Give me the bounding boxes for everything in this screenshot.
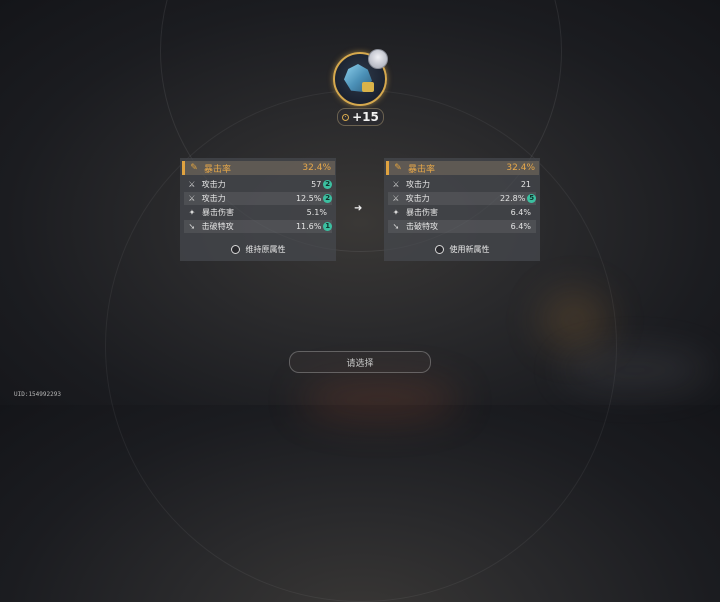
relic-level-badge: +15: [337, 108, 384, 126]
radio-button[interactable]: [230, 244, 240, 254]
substat-name: 攻击力: [201, 194, 226, 203]
arrow-right-icon: ➜: [354, 203, 363, 214]
new-stats-panel[interactable]: ✎ 暴击率 32.4% ⚔ 攻击力 21 ⚔ 攻击力 22.8% 5 ✦ 暴击伤…: [384, 158, 540, 261]
substat-value: 6.4%: [510, 222, 531, 231]
substat-value: 21: [520, 180, 531, 189]
substat-value: 57: [311, 180, 322, 189]
substat-name: 攻击力: [405, 194, 430, 203]
substat-row: ✦ 暴击伤害 6.4%: [388, 206, 536, 219]
substat-row: ⚔ 攻击力 12.5% 2: [184, 192, 332, 205]
main-stat-name: 暴击率: [204, 164, 232, 175]
relic-gold-detail: [362, 82, 374, 92]
crit-rate-icon: ✎: [394, 163, 402, 173]
crit-dmg-icon: ✦: [392, 207, 400, 217]
substat-row: ✦ 暴击伤害 5.1%: [184, 206, 332, 219]
substat-row: ⚔ 攻击力 22.8% 5: [388, 192, 536, 205]
background-glow: [560, 350, 710, 390]
substat-row: ⚔ 攻击力 57 2: [184, 178, 332, 191]
substat-value: 6.4%: [510, 208, 531, 217]
break-effect-icon: ➘: [188, 221, 196, 231]
level-ring-icon: [342, 113, 350, 121]
radio-button[interactable]: [434, 244, 444, 254]
uid-label: UID:154992293: [14, 391, 61, 398]
upgrade-count-badge: 5: [527, 194, 536, 203]
substat-row: ➘ 击破特攻 6.4%: [388, 220, 536, 233]
crit-dmg-icon: ✦: [188, 207, 196, 217]
main-stat-name: 暴击率: [408, 164, 436, 175]
substat-value: 22.8%: [499, 194, 526, 203]
substat-name: 击破特攻: [201, 222, 234, 231]
main-stat-value: 32.4%: [506, 163, 535, 173]
confirm-button[interactable]: 请选择: [289, 351, 431, 373]
substat-row: ⚔ 攻击力 21: [388, 178, 536, 191]
substat-name: 暴击伤害: [202, 208, 234, 217]
sword-icon: ⚔: [392, 179, 400, 189]
sword-icon: ⚔: [188, 179, 196, 189]
substat-value: 5.1%: [306, 208, 327, 217]
use-new-label: 使用新属性: [449, 244, 490, 254]
original-stats-panel[interactable]: ✎ 暴击率 32.4% ⚔ 攻击力 57 2 ⚔ 攻击力 12.5% 2 ✦ 暴…: [180, 158, 336, 261]
upgrade-count-badge: 2: [323, 180, 332, 189]
sword-icon: ⚔: [188, 193, 196, 203]
substat-value: 12.5%: [295, 194, 322, 203]
substat-value: 11.6%: [295, 222, 322, 231]
substat-name: 攻击力: [406, 180, 430, 189]
upgrade-count-badge: 1: [323, 222, 332, 231]
substat-name: 击破特攻: [406, 222, 438, 231]
keep-original-label: 维持原属性: [245, 244, 286, 254]
sword-icon: ⚔: [392, 193, 400, 203]
substat-name: 攻击力: [201, 180, 226, 189]
break-effect-icon: ➘: [392, 221, 400, 231]
use-new-option[interactable]: 使用新属性: [384, 242, 540, 256]
main-stat-value: 32.4%: [302, 163, 331, 173]
upgrade-count-badge: 2: [323, 194, 332, 203]
crit-rate-icon: ✎: [190, 163, 198, 173]
keep-original-option[interactable]: 维持原属性: [180, 242, 336, 256]
main-stat-row: ✎ 暴击率 32.4%: [386, 161, 539, 175]
main-stat-row: ✎ 暴击率 32.4%: [182, 161, 335, 175]
substat-row: ➘ 击破特攻 11.6% 1: [184, 220, 332, 233]
substat-name: 暴击伤害: [406, 208, 438, 217]
relic-level: +15: [352, 110, 379, 124]
background-glow: [540, 290, 610, 350]
character-avatar: [368, 49, 388, 69]
background-glow: [300, 380, 460, 420]
